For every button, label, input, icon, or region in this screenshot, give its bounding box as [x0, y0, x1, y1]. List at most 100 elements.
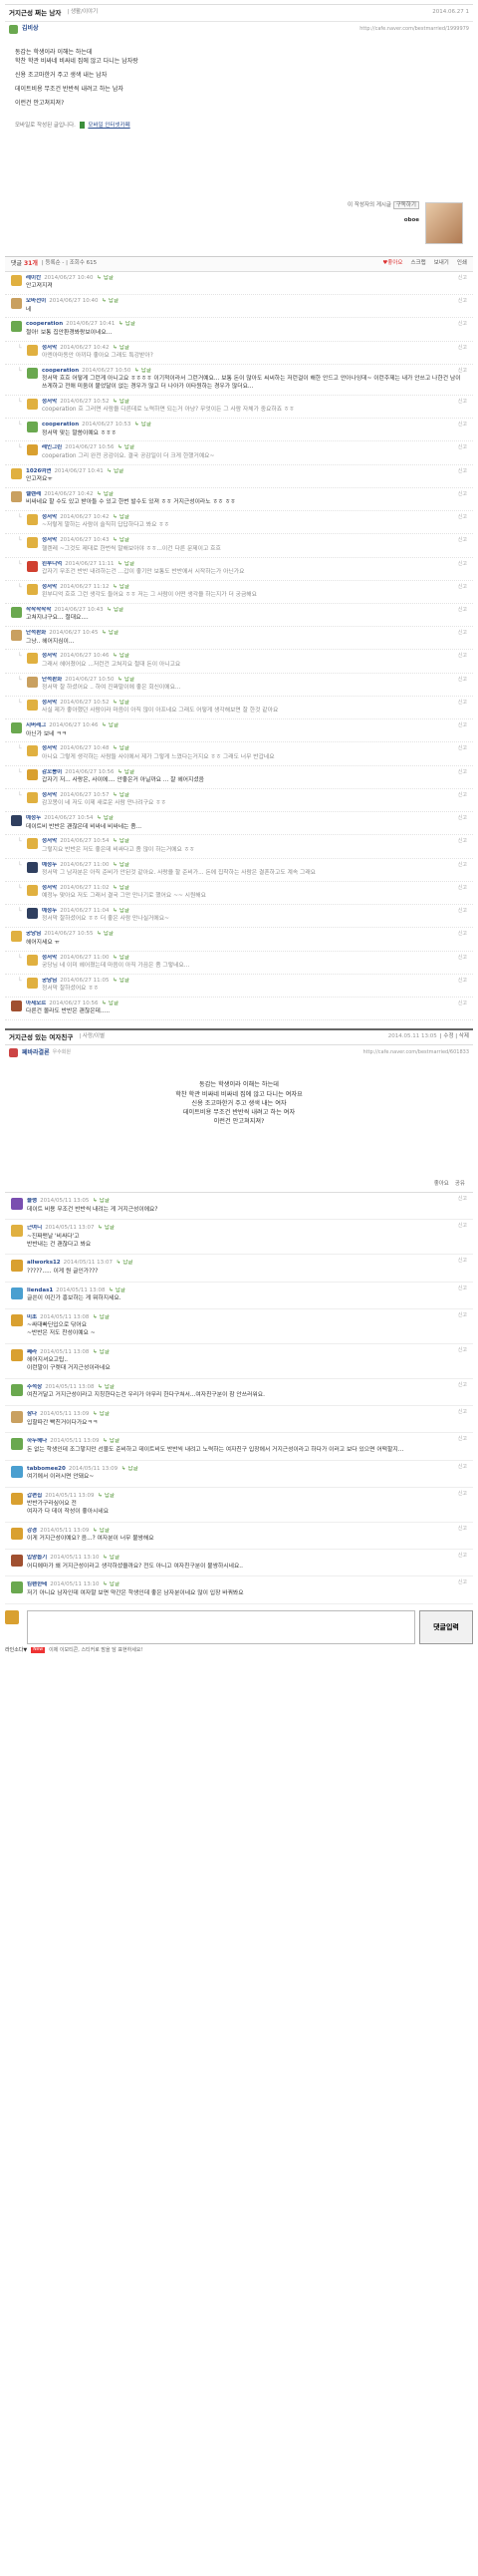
post-2-url[interactable]: http://cafe.naver.com/bestmarried/601833: [362, 1049, 469, 1056]
profile-avatar[interactable]: [425, 201, 463, 244]
commenter-avatar-icon[interactable]: [11, 1225, 23, 1238]
commenter-avatar-icon[interactable]: [11, 274, 22, 286]
report-link[interactable]: 신고: [458, 792, 467, 799]
commenter-name[interactable]: 단석판화: [42, 677, 62, 683]
commenter-name[interactable]: cooperation: [26, 321, 63, 327]
commenter-avatar-icon[interactable]: [27, 398, 38, 410]
reply-link[interactable]: 답글: [100, 1349, 110, 1355]
commenter-name[interactable]: 감꼬봉이: [42, 769, 62, 775]
report-link[interactable]: 신고: [458, 1382, 467, 1389]
report-link[interactable]: 신고: [458, 1409, 467, 1416]
commenter-avatar-icon[interactable]: [11, 1198, 23, 1211]
report-link[interactable]: 신고: [458, 422, 467, 429]
commenter-avatar-icon[interactable]: [27, 444, 38, 456]
commenter-avatar-icon[interactable]: [11, 1438, 23, 1451]
reply-link[interactable]: 답글: [110, 1555, 120, 1561]
commenter-name[interactable]: 단석판화: [26, 630, 46, 636]
reply-link[interactable]: 답글: [120, 399, 129, 405]
reply-link[interactable]: 답글: [120, 885, 129, 891]
comment-count[interactable]: 댓글 31개: [11, 260, 38, 268]
reply-link[interactable]: 답글: [109, 630, 119, 636]
commenter-name[interactable]: 쩨라: [27, 1349, 37, 1355]
commenter-name[interactable]: 아세모르: [26, 1001, 46, 1006]
report-link[interactable]: 신고: [458, 1001, 467, 1007]
commenter-name[interactable]: 정서막: [42, 745, 57, 751]
like-button[interactable]: 좋아요: [434, 1181, 449, 1188]
reply-link[interactable]: 답글: [124, 677, 134, 683]
report-link[interactable]: 신고: [458, 345, 467, 352]
share-button[interactable]: 공유: [455, 1181, 465, 1188]
reply-link[interactable]: 답글: [105, 1225, 115, 1231]
reply-link[interactable]: 답글: [116, 1288, 125, 1293]
report-link[interactable]: 신고: [458, 537, 467, 544]
commenter-name[interactable]: tabbomee20: [27, 1466, 66, 1472]
commenter-name[interactable]: 정서막: [42, 537, 57, 543]
report-link[interactable]: 신고: [458, 722, 467, 729]
commenter-avatar-icon[interactable]: [11, 931, 22, 943]
commenter-avatar-icon[interactable]: [11, 1383, 23, 1396]
commenter-name[interactable]: cooperation: [42, 368, 79, 374]
commenter-avatar-icon[interactable]: [27, 908, 38, 920]
mobile-cafe-link[interactable]: 모바일 인터넷카페: [88, 123, 129, 129]
commenter-avatar-icon[interactable]: [27, 768, 38, 780]
writer-nick-select[interactable]: 라인소다▼: [5, 1647, 27, 1654]
commenter-name[interactable]: 오바전이: [26, 298, 46, 304]
reply-link[interactable]: 답글: [141, 368, 151, 374]
reply-link[interactable]: 답글: [128, 1466, 138, 1472]
reply-link[interactable]: 답글: [120, 955, 129, 961]
commenter-name[interactable]: 킴팬한테: [27, 1581, 47, 1587]
commenter-avatar-icon[interactable]: [11, 1000, 22, 1011]
report-link[interactable]: 신고: [458, 700, 467, 707]
reply-link[interactable]: 답글: [120, 514, 129, 520]
commenter-avatar-icon[interactable]: [27, 884, 38, 896]
reply-link[interactable]: 답글: [105, 1493, 115, 1499]
reply-link[interactable]: 답글: [120, 653, 129, 659]
commenter-avatar-icon[interactable]: [27, 838, 38, 850]
commenter-avatar-icon[interactable]: [11, 321, 22, 333]
commenter-avatar-icon[interactable]: [27, 583, 38, 595]
report-link[interactable]: 신고: [458, 298, 467, 305]
commenter-name[interactable]: 정서막: [42, 584, 57, 590]
reply-link[interactable]: 답글: [109, 298, 119, 304]
report-link[interactable]: 신고: [458, 885, 467, 892]
commenter-name[interactable]: 레이칸: [26, 275, 41, 281]
report-link[interactable]: 신고: [458, 468, 467, 475]
reply-link[interactable]: 답글: [120, 792, 129, 798]
commenter-avatar-icon[interactable]: [27, 745, 38, 757]
report-link[interactable]: 신고: [458, 1436, 467, 1443]
reply-link[interactable]: 답글: [100, 1528, 110, 1534]
report-link[interactable]: 신고: [458, 1491, 467, 1498]
commenter-avatar-icon[interactable]: [11, 1555, 23, 1568]
post-2-category[interactable]: | 사랑/이별: [79, 1033, 105, 1040]
commenter-name[interactable]: 입양돕기: [27, 1555, 47, 1561]
sticker-hint[interactable]: 이제 이모티콘, 스티커로 맘을 담 표현하세요!: [49, 1647, 142, 1654]
commenter-name[interactable]: cooperation: [42, 422, 79, 428]
reply-link[interactable]: 답글: [120, 537, 129, 543]
commenter-avatar-icon[interactable]: [27, 422, 38, 433]
commenter-name[interactable]: 정서막: [42, 792, 57, 798]
reply-link[interactable]: 답글: [114, 607, 123, 613]
commenter-name[interactable]: 정서막: [42, 955, 57, 961]
report-link[interactable]: 신고: [458, 1312, 467, 1319]
commenter-avatar-icon[interactable]: [27, 537, 38, 549]
reply-link[interactable]: 답글: [104, 815, 114, 821]
report-link[interactable]: 신고: [458, 399, 467, 406]
commenter-avatar-icon[interactable]: [27, 676, 38, 688]
report-link[interactable]: 신고: [458, 838, 467, 845]
reply-link[interactable]: 답글: [109, 722, 119, 728]
commenter-name[interactable]: 정서막: [42, 838, 57, 844]
like-button[interactable]: ♥좋아요: [382, 260, 402, 267]
comment-input[interactable]: [27, 1609, 415, 1644]
commenter-avatar-icon[interactable]: [27, 861, 38, 873]
commenter-avatar-icon[interactable]: [27, 367, 38, 379]
commenter-avatar-icon[interactable]: [11, 606, 22, 618]
profile-name[interactable]: oboe: [348, 217, 419, 224]
report-link[interactable]: 신고: [458, 1223, 467, 1230]
comment-submit-button[interactable]: 댓글입력: [419, 1609, 473, 1644]
reply-link[interactable]: 답글: [100, 1314, 110, 1320]
commenter-name[interactable]: 정서막: [42, 345, 57, 351]
commenter-avatar-icon[interactable]: [27, 954, 38, 966]
reply-link[interactable]: 답글: [110, 1438, 120, 1444]
commenter-avatar-icon[interactable]: [27, 791, 38, 803]
report-link[interactable]: 신고: [458, 1286, 467, 1292]
